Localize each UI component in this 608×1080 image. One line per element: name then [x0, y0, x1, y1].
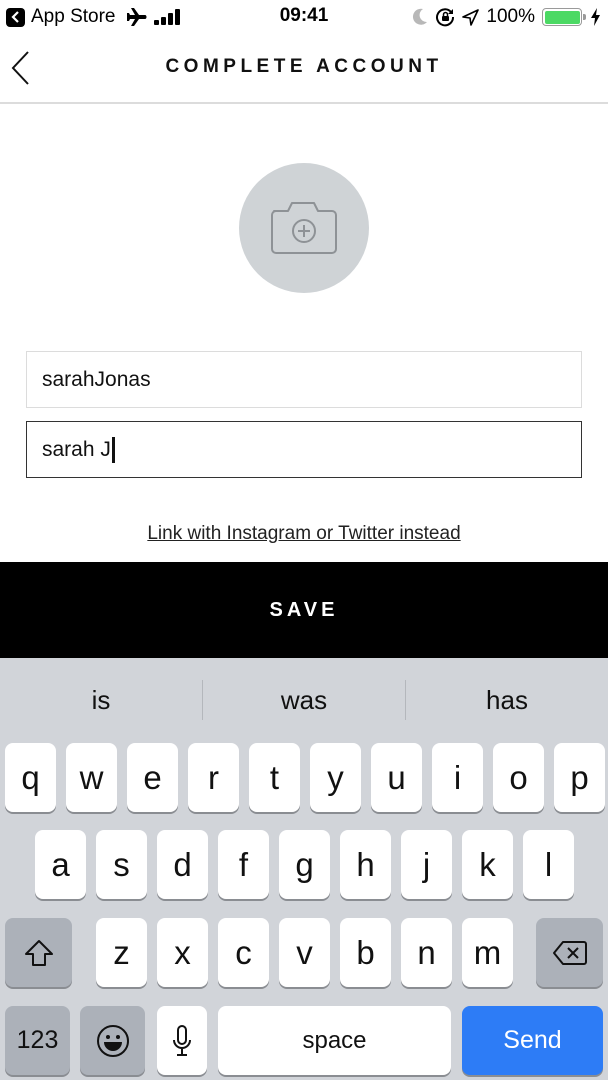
suggestion-item[interactable]: is — [0, 680, 202, 720]
key-p[interactable]: p — [554, 743, 605, 812]
text-caret — [111, 436, 115, 463]
microphone-icon — [173, 1024, 191, 1056]
dictation-key[interactable] — [157, 1006, 207, 1075]
space-key[interactable]: space — [218, 1006, 451, 1075]
key-t[interactable]: t — [249, 743, 300, 812]
key-o[interactable]: o — [493, 743, 544, 812]
key-h[interactable]: h — [340, 830, 391, 899]
add-photo-button[interactable] — [239, 163, 369, 293]
key-c[interactable]: c — [218, 918, 269, 987]
key-k[interactable]: k — [462, 830, 513, 899]
key-x[interactable]: x — [157, 918, 208, 987]
status-bar: App Store 09:41 100% — [0, 0, 608, 34]
key-s[interactable]: s — [96, 830, 147, 899]
camera-add-icon — [271, 202, 337, 254]
page-title: COMPLETE ACCOUNT — [165, 56, 443, 77]
key-l[interactable]: l — [523, 830, 574, 899]
battery-icon — [542, 8, 586, 26]
key-i[interactable]: i — [432, 743, 483, 812]
key-f[interactable]: f — [218, 830, 269, 899]
key-m[interactable]: m — [462, 918, 513, 987]
battery-percent: 100% — [486, 6, 535, 27]
username-field[interactable]: sarahJonas — [26, 351, 582, 408]
suggestion-item[interactable]: was — [203, 680, 405, 720]
suggestion-bar: is was has — [0, 658, 608, 742]
key-u[interactable]: u — [371, 743, 422, 812]
key-z[interactable]: z — [96, 918, 147, 987]
display-name-field[interactable]: sarah J — [26, 421, 582, 478]
key-r[interactable]: r — [188, 743, 239, 812]
moon-icon — [413, 8, 428, 25]
shift-key[interactable] — [5, 918, 72, 987]
delete-key[interactable] — [536, 918, 603, 987]
emoji-key[interactable] — [80, 1006, 145, 1075]
link-social-button[interactable]: Link with Instagram or Twitter instead — [147, 523, 460, 544]
username-value: sarahJonas — [42, 367, 151, 391]
suggestion-item[interactable]: has — [406, 680, 608, 720]
key-b[interactable]: b — [340, 918, 391, 987]
screen: App Store 09:41 100% COMPLETE ACCOUNT sa… — [0, 0, 608, 1080]
key-n[interactable]: n — [401, 918, 452, 987]
shift-icon — [24, 939, 53, 966]
keyboard: is was has 123 space Send qwertyuiop asdf… — [0, 658, 608, 1080]
key-a[interactable]: a — [35, 830, 86, 899]
emoji-icon — [96, 1024, 129, 1057]
display-name-value: sarah J — [42, 437, 111, 461]
numbers-key[interactable]: 123 — [5, 1006, 70, 1075]
backspace-icon — [552, 940, 587, 965]
location-icon — [462, 8, 480, 26]
key-w[interactable]: w — [66, 743, 117, 812]
nav-bar: COMPLETE ACCOUNT — [0, 34, 608, 104]
save-button[interactable]: SAVE — [0, 562, 608, 658]
rotation-lock-icon — [436, 8, 455, 27]
battery-fill — [544, 10, 580, 24]
key-v[interactable]: v — [279, 918, 330, 987]
key-e[interactable]: e — [127, 743, 178, 812]
key-d[interactable]: d — [157, 830, 208, 899]
charging-icon — [591, 8, 600, 26]
key-y[interactable]: y — [310, 743, 361, 812]
key-g[interactable]: g — [279, 830, 330, 899]
key-j[interactable]: j — [401, 830, 452, 899]
key-q[interactable]: q — [5, 743, 56, 812]
send-key[interactable]: Send — [462, 1006, 603, 1075]
